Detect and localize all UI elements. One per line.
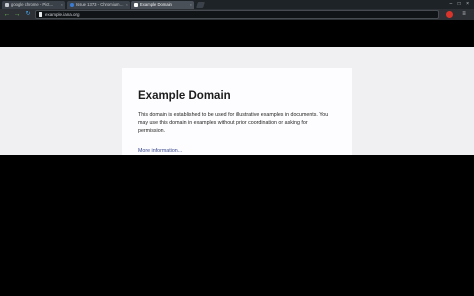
page-description: This domain is established to be used fo… bbox=[138, 112, 329, 134]
browser-window: google chrome - Pict… × Issue 1373 - Chr… bbox=[0, 0, 474, 296]
tab-title: Issue 1373 - Chromium… bbox=[76, 2, 124, 7]
back-arrow-icon[interactable]: ← bbox=[3, 11, 11, 18]
page-favicon-icon bbox=[134, 3, 138, 7]
extension-icon[interactable] bbox=[446, 11, 453, 18]
tab-example-domain[interactable]: Example Domain × bbox=[131, 1, 194, 9]
forward-arrow-icon[interactable]: → bbox=[13, 11, 21, 18]
tab-issue-1373[interactable]: Issue 1373 - Chromium… × bbox=[67, 1, 130, 9]
tab-close-icon[interactable]: × bbox=[190, 1, 192, 9]
url-text[interactable]: example.iana.org bbox=[45, 11, 80, 18]
tab-title: google chrome - Pict… bbox=[11, 2, 54, 7]
reload-icon[interactable]: ↻ bbox=[24, 11, 32, 18]
address-bar[interactable]: example.iana.org bbox=[35, 10, 439, 19]
tab-close-icon[interactable]: × bbox=[61, 1, 63, 9]
menu-icon[interactable]: ≡ bbox=[460, 11, 468, 18]
page-title: Example Domain bbox=[138, 90, 231, 102]
page-favicon-icon bbox=[5, 3, 9, 7]
content-card: Example Domain This domain is establishe… bbox=[122, 68, 352, 155]
window-controls[interactable]: – □ × bbox=[450, 1, 472, 8]
tab-title: Example Domain bbox=[140, 2, 172, 7]
more-information-link[interactable]: More information... bbox=[138, 148, 182, 154]
toolbar: ← → ↻ example.iana.org ≡ bbox=[0, 9, 474, 20]
page-icon bbox=[39, 12, 42, 17]
tab-close-icon[interactable]: × bbox=[126, 1, 128, 9]
tab-google-chrome[interactable]: google chrome - Pict… × bbox=[2, 1, 65, 9]
page-viewport: Example Domain This domain is establishe… bbox=[0, 20, 474, 296]
tab-strip: google chrome - Pict… × Issue 1373 - Chr… bbox=[0, 0, 474, 9]
new-tab-button[interactable] bbox=[196, 2, 205, 8]
chromium-favicon-icon bbox=[70, 3, 74, 7]
